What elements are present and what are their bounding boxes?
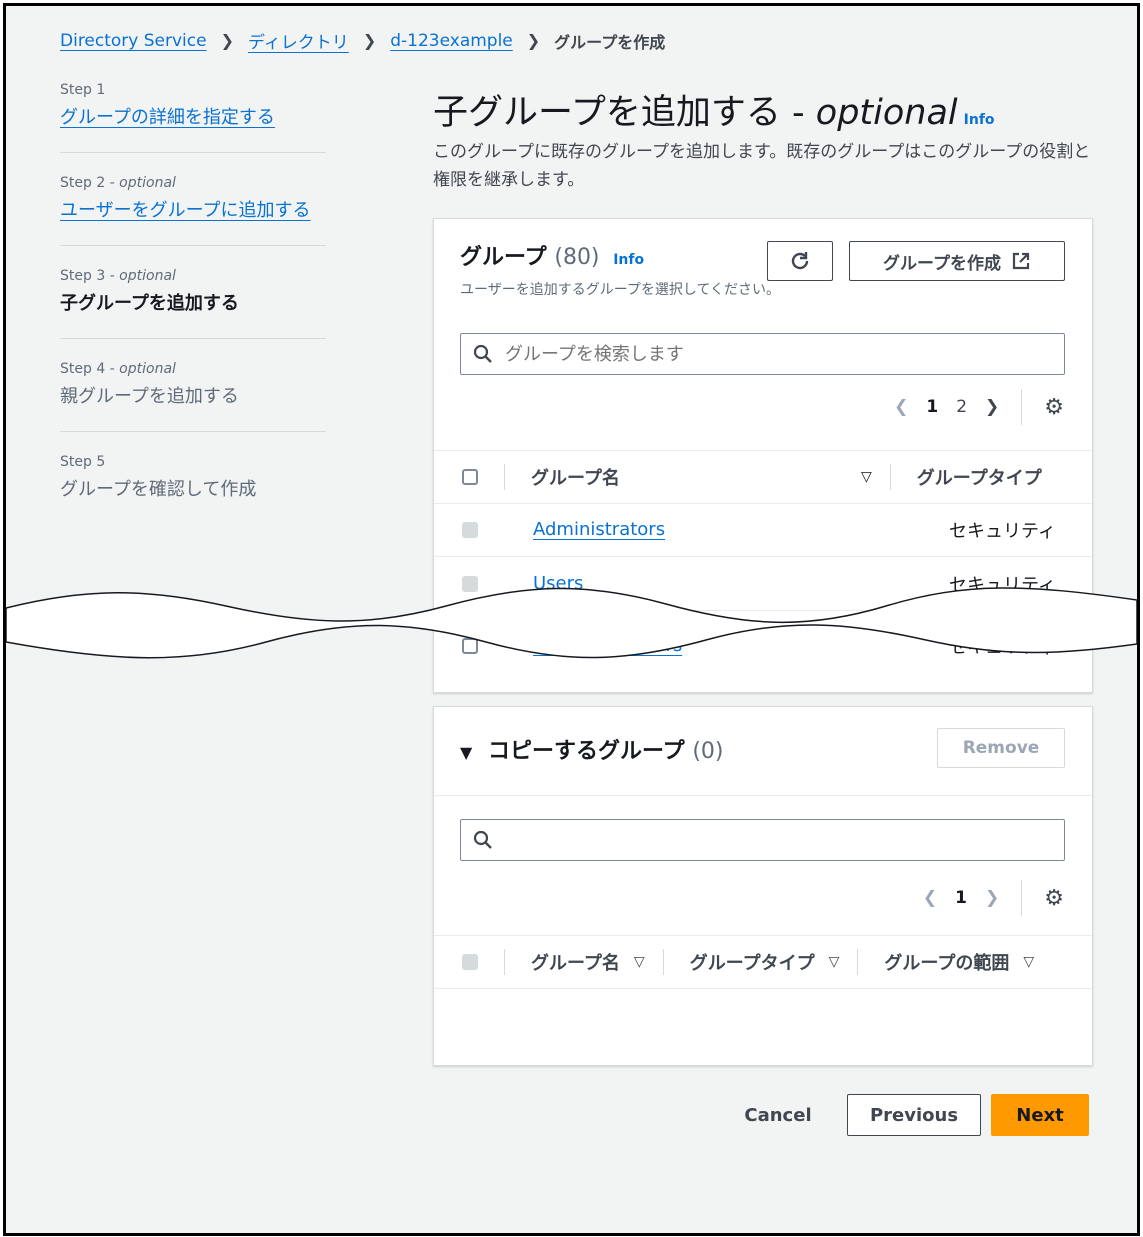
copy-search-field[interactable] [460,819,1065,861]
column-group-name[interactable]: グループ名 [531,464,861,490]
search-icon [473,830,492,849]
group-search-input[interactable] [503,342,1064,366]
step-number: Step 4 [60,361,106,377]
refresh-icon [791,252,809,270]
search-icon [473,344,492,363]
step-1-link[interactable]: グループの詳細を指定する [60,107,275,128]
sort-down-icon[interactable]: ▽ [1023,954,1034,970]
groups-panel-subtitle: ユーザーを追加するグループを選択してください。 [460,282,781,298]
create-group-button[interactable]: グループを作成 [849,241,1065,281]
info-link[interactable]: Info [613,252,644,268]
table-row[interactable]: Administrators セキュリティ [434,503,1092,557]
chevron-right-icon: ❯ [362,31,377,50]
page-2[interactable]: 2 [956,397,967,417]
select-all-checkbox [462,954,478,970]
step-number: Step 5 [60,454,106,470]
previous-page-icon[interactable]: ❮ [923,888,937,908]
copy-pagination: ❮ 1 ❯ ⚙ [923,880,1064,916]
page-frame: Directory Service ❯ ディレクトリ ❯ d-123exampl… [3,3,1140,1236]
previous-button[interactable]: Previous [847,1094,981,1136]
next-page-icon[interactable]: ❯ [985,888,999,908]
chevron-right-icon: ❯ [220,31,234,50]
step-number: Step 2 [60,175,106,191]
step-3: Step 3 - optional 子グループを追加する [60,268,326,339]
copy-groups-count: (0) [692,739,724,764]
breadcrumb-directory-id[interactable]: d-123example [390,31,513,51]
group-search-field[interactable] [460,333,1065,375]
chevron-right-icon: ❯ [526,31,541,50]
breadcrumb: Directory Service ❯ ディレクトリ ❯ d-123exampl… [60,28,666,54]
step-optional: - optional [105,268,176,284]
gear-icon[interactable]: ⚙ [1044,395,1064,420]
step-3-title: 子グループを追加する [60,293,239,314]
select-all-checkbox[interactable] [462,469,478,485]
breadcrumb-directory[interactable]: ディレクトリ [248,28,349,53]
step-4-title: 親グループを追加する [60,386,239,407]
step-2-link[interactable]: ユーザーをグループに追加する [60,200,311,221]
column-group-name[interactable]: グループ名 [531,949,620,975]
page-title: 子グループを追加する - optional Info [433,93,995,133]
torn-page-break [6,587,1137,659]
column-group-type[interactable]: グループタイプ [917,464,1042,490]
external-link-icon [1012,252,1030,270]
step-5: Step 5 グループを確認して作成 [60,454,326,524]
groups-table-header: グループ名 ▽ グループタイプ [434,450,1092,504]
page-1[interactable]: 1 [955,888,967,908]
step-5-title: グループを確認して作成 [60,479,257,500]
sort-down-icon[interactable]: ▽ [861,469,872,485]
step-2: Step 2 - optional ユーザーをグループに追加する [60,175,326,246]
gear-icon[interactable]: ⚙ [1044,886,1064,911]
step-optional: - optional [105,361,176,377]
refresh-button[interactable] [767,241,833,281]
step-1: Step 1 グループの詳細を指定する [60,82,326,153]
page-1[interactable]: 1 [926,397,938,417]
step-number: Step 1 [60,82,106,98]
group-type: セキュリティ [949,520,1056,542]
previous-page-icon[interactable]: ❮ [894,397,908,417]
step-number: Step 3 [60,268,106,284]
info-link[interactable]: Info [964,112,995,128]
sort-down-icon[interactable]: ▽ [829,954,840,970]
copy-groups-panel: ▼ コピーするグループ (0) Remove ❮ 1 ❯ ⚙ グループ名 ▽ グ… [433,706,1093,1066]
wizard-steps: Step 1 グループの詳細を指定する Step 2 - optional ユー… [60,82,326,546]
column-group-type[interactable]: グループタイプ [690,949,815,975]
next-page-icon[interactable]: ❯ [985,397,999,417]
page-description: このグループに既存のグループを追加します。既存のグループはこのグループの役割と権… [433,142,1091,190]
copy-table-header: グループ名 ▽ グループタイプ ▽ グループの範囲 ▽ [434,935,1092,989]
groups-count: (80) [554,245,600,270]
row-checkbox [462,521,478,538]
cancel-button[interactable]: Cancel [728,1094,828,1136]
step-optional: - optional [105,175,176,191]
sort-down-icon[interactable]: ▽ [634,954,645,970]
next-button[interactable]: Next [991,1094,1089,1136]
group-name-link[interactable]: Administrators [533,519,949,540]
copy-search-input[interactable] [503,828,1064,852]
groups-pagination: ❮ 1 2 ❯ ⚙ [894,389,1064,425]
breadcrumb-current: グループを作成 [554,32,666,52]
step-4: Step 4 - optional 親グループを追加する [60,361,326,432]
remove-button[interactable]: Remove [937,728,1065,768]
column-group-scope[interactable]: グループの範囲 [884,949,1009,975]
breadcrumb-directory-service[interactable]: Directory Service [60,31,207,51]
caret-down-icon[interactable]: ▼ [460,743,472,762]
